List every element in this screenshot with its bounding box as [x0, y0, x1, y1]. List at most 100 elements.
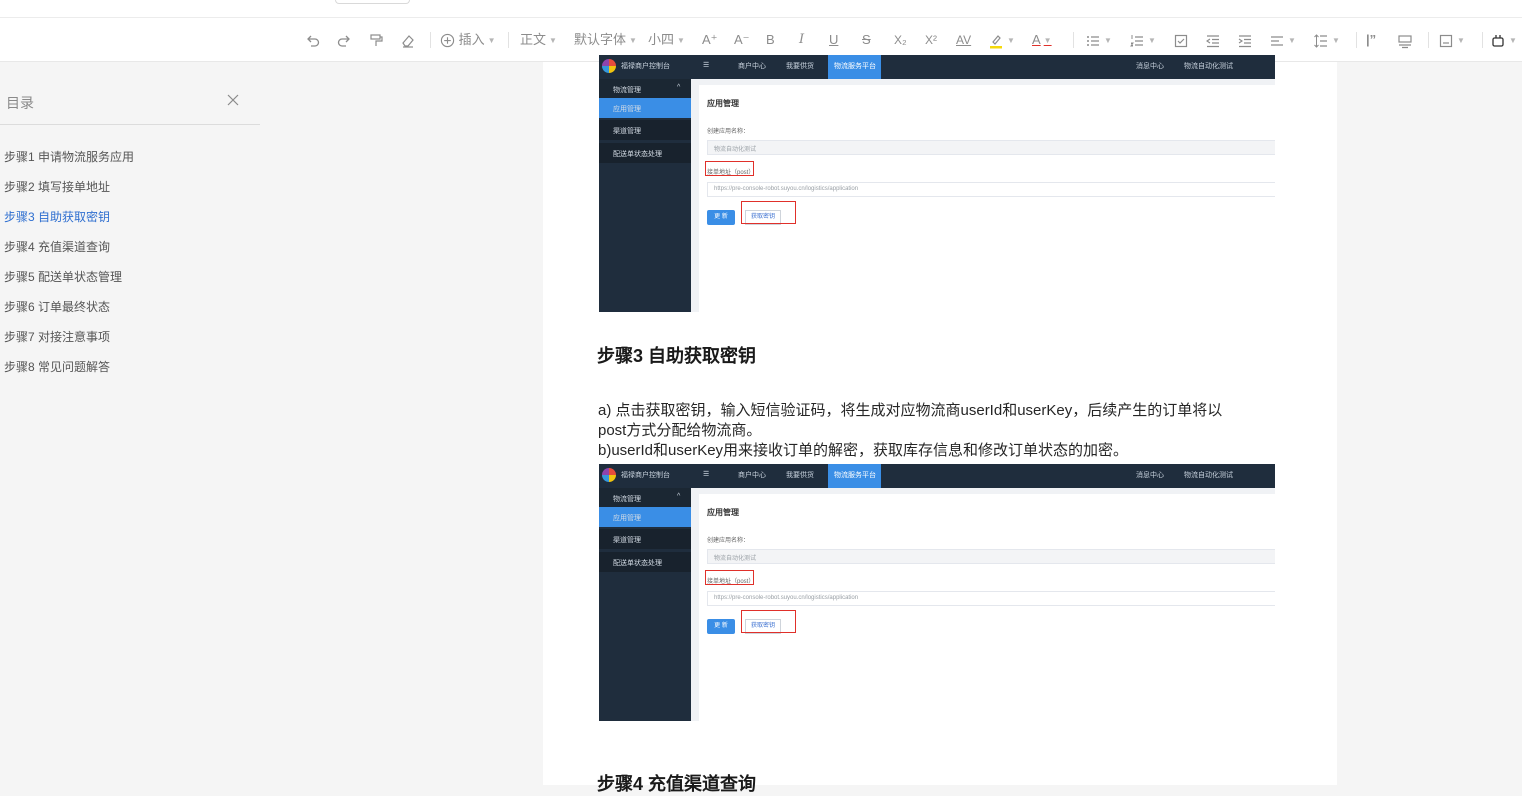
screenshot-side-item: 配送单状态处理 [613, 151, 662, 158]
screenshot-heading: 应用管理 [707, 99, 739, 108]
paragraph-style-label: 正文 [520, 32, 547, 47]
screenshot-side-group: 物流管理 [613, 87, 641, 94]
plugin-button[interactable]: ▼ [1490, 30, 1517, 51]
quote-icon: |” [1366, 32, 1377, 47]
eraser-icon[interactable] [400, 30, 416, 50]
toc-item-step8[interactable]: 步骤8 常见问题解答 [4, 358, 110, 375]
subscript-button[interactable]: X₂ [894, 30, 907, 50]
screenshot-nav-right: 消息中心 [1136, 472, 1164, 479]
screenshot-input-value: 物流自动化测试 [714, 147, 757, 153]
screenshot-nav-item: 商户中心 [738, 63, 766, 70]
checklist-button[interactable] [1173, 30, 1189, 50]
toc-item-step1[interactable]: 步骤1 申请物流服务应用 [4, 148, 134, 165]
undo-icon[interactable] [305, 30, 321, 50]
chevron-up-icon: ^ [677, 84, 681, 91]
screenshot-brand: 福禄商户控制台 [621, 63, 670, 70]
heading-step3: 步骤3 自助获取密钥 [597, 346, 757, 366]
align-button[interactable]: ▼ [1269, 30, 1296, 51]
outdent-icon [1206, 34, 1219, 47]
paragraph-a-line2: post方式分配给物流商。 [598, 422, 762, 439]
heading-step4: 步骤4 充值渠道查询 [597, 774, 757, 794]
code-block-icon [1398, 34, 1412, 48]
right-margin [1337, 62, 1522, 785]
document-page[interactable]: 福禄商户控制台 ☰ 商户中心 我要供货 物流服务平台 消息中心 物流自动化测试 … [543, 55, 1337, 794]
screenshot-label: 创建应用名称： [707, 538, 750, 544]
line-height-icon [1314, 33, 1327, 48]
outdent-button[interactable] [1205, 30, 1221, 50]
toc-sidebar: 目录 步骤1 申请物流服务应用 步骤2 填写接单地址 步骤3 自助获取密钥 步骤… [0, 62, 543, 785]
redo-icon[interactable] [336, 30, 352, 50]
font-color-button[interactable]: A ▼ [1032, 30, 1052, 51]
bullet-list-button[interactable]: ▼ [1085, 30, 1112, 51]
highlighter-icon [990, 34, 1002, 49]
tab-handle[interactable] [335, 0, 410, 4]
numbered-list-button[interactable]: ▼ [1129, 30, 1156, 51]
toc-item-step2[interactable]: 步骤2 填写接单地址 [4, 178, 110, 195]
screenshot-side-group: 物流管理 [613, 496, 641, 503]
toolbar-divider [430, 32, 431, 48]
toolbar-divider [508, 32, 509, 48]
line-height-button[interactable]: ▼ [1313, 30, 1340, 51]
font-size-select[interactable]: 小四 ▼ [648, 30, 685, 51]
top-strip [0, 0, 1522, 18]
toc-item-step7[interactable]: 步骤7 对接注意事项 [4, 328, 110, 345]
bold-button[interactable]: B [766, 30, 775, 50]
toolbar-divider [1356, 32, 1357, 48]
plus-circle-icon [440, 33, 455, 48]
strikethrough-button[interactable]: S [862, 30, 871, 50]
paragraph-style-select[interactable]: 正文 ▼ [520, 30, 557, 51]
format-painter-icon[interactable] [368, 30, 384, 50]
screenshot-brand: 福禄商户控制台 [621, 472, 670, 479]
font-family-select[interactable]: 默认字体 ▼ [574, 30, 637, 51]
toc-item-step3[interactable]: 步骤3 自助获取密钥 [4, 208, 110, 225]
screenshot-nav-active: 物流服务平台 [828, 464, 881, 488]
superscript-button[interactable]: X² [925, 30, 937, 50]
font-size-label: 小四 [648, 32, 675, 47]
indent-button[interactable] [1237, 30, 1253, 50]
table-icon [1439, 34, 1453, 47]
screenshot-nav-right: 消息中心 [1136, 63, 1164, 70]
insert-label: 插入 [458, 32, 485, 47]
screenshot-navbar: 福禄商户控制台 ☰ 商户中心 我要供货 物流服务平台 消息中心 物流自动化测试 [599, 55, 1275, 79]
screenshot-nav-item: 我要供货 [786, 472, 814, 479]
highlight-button[interactable]: ▼ [988, 30, 1015, 51]
quote-button[interactable]: |” [1366, 30, 1376, 50]
close-icon[interactable] [226, 93, 240, 107]
checklist-icon [1174, 34, 1188, 47]
font-color-label: A [1032, 32, 1041, 47]
brand-logo-icon [602, 468, 616, 482]
increase-font-button[interactable]: A⁺ [702, 30, 718, 50]
menu-icon: ☰ [703, 62, 710, 69]
toc-divider [0, 124, 260, 125]
letter-spacing-button[interactable]: AV [956, 30, 971, 50]
screenshot-nav-active-label: 物流服务平台 [834, 63, 876, 70]
toolbar-divider [1428, 32, 1429, 48]
screenshot-nav-active-label: 物流服务平台 [834, 472, 876, 479]
chevron-up-icon: ^ [677, 493, 681, 500]
screenshot-sidebar: 物流管理 ^ 应用管理 渠道管理 配送单状态处理 [599, 488, 691, 721]
screenshot-navbar: 福禄商户控制台 ☰ 商户中心 我要供货 物流服务平台 消息中心 物流自动化测试 [599, 464, 1275, 488]
highlight-box [741, 610, 796, 633]
underline-button[interactable]: U [829, 30, 838, 50]
plug-icon [1492, 34, 1504, 47]
toc-item-step5[interactable]: 步骤5 配送单状态管理 [4, 268, 122, 285]
toc-item-step6[interactable]: 步骤6 订单最终状态 [4, 298, 110, 315]
italic-button[interactable]: I [799, 30, 804, 50]
toc-item-step4[interactable]: 步骤4 充值渠道查询 [4, 238, 110, 255]
screenshot-content: 应用管理 创建应用名称： 物流自动化测试 接单地址（post） https://… [691, 488, 1275, 721]
table-button[interactable]: ▼ [1438, 30, 1465, 51]
insert-button[interactable]: 插入 ▼ [440, 30, 496, 51]
screenshot-side-item: 渠道管理 [613, 128, 641, 135]
brand-logo-icon [602, 59, 616, 73]
screenshot-nav-right: 物流自动化测试 [1184, 472, 1233, 479]
code-block-button[interactable] [1397, 30, 1413, 50]
screenshot-nav-active: 物流服务平台 [828, 55, 881, 79]
decrease-font-button[interactable]: A⁻ [734, 30, 750, 50]
screenshot-side-item: 应用管理 [613, 106, 641, 113]
screenshot-nav-right: 物流自动化测试 [1184, 63, 1233, 70]
screenshot-nav-item: 我要供货 [786, 63, 814, 70]
paragraph-a-line1: a) 点击获取密钥，输入短信验证码，将生成对应物流商userId和userKey… [598, 402, 1223, 419]
paragraph-b: b)userId和userKey用来接收订单的解密，获取库存信息和修改订单状态的… [598, 442, 1129, 459]
highlight-box [705, 161, 754, 176]
screenshot-input-value: https://pre-console-robot.suyou.cn/logis… [714, 595, 859, 601]
